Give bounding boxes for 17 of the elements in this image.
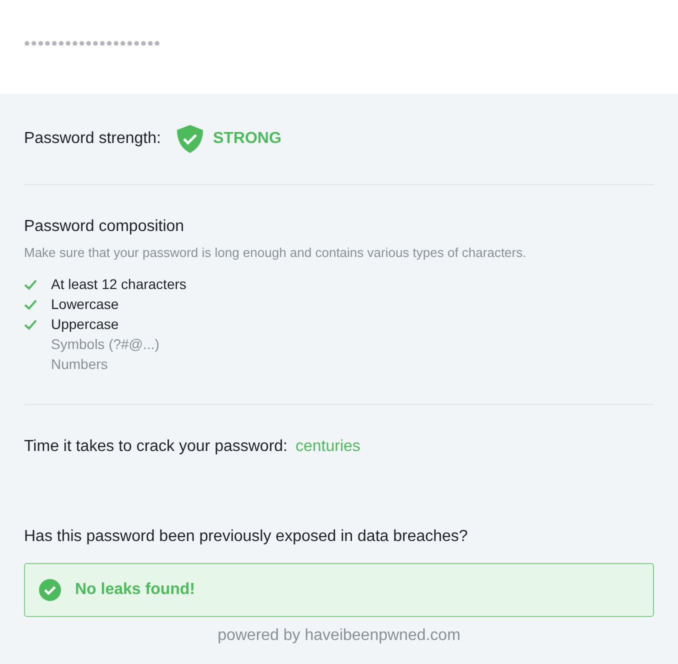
strength-label: Password strength: — [24, 129, 161, 149]
breach-question: Has this password been previously exposed in data breaches? — [24, 527, 469, 547]
crack-time-value: centuries — [296, 437, 360, 457]
shield-check-icon — [174, 124, 205, 154]
requirement-label: Lowercase — [51, 296, 119, 312]
requirement-label: Numbers — [51, 356, 108, 372]
crack-time-label: Time it takes to crack your password: — [24, 437, 288, 457]
section-description: Make sure that your password is long enough and contains various types of characters. — [24, 245, 528, 261]
requirement-label: At least 12 characters — [51, 276, 186, 292]
powered-by-text: powered by haveibeenpwned.com — [218, 627, 460, 644]
requirement-label: Symbols (?#@...) — [51, 336, 160, 352]
requirement-label: Uppercase — [51, 316, 119, 332]
strength-value: STRONG — [212, 129, 282, 149]
password-field[interactable]: •••••••••••••••••••• — [24, 34, 162, 54]
section-heading: Password composition — [24, 217, 186, 237]
result-text: No leaks found! — [75, 581, 196, 599]
check-circle-icon — [39, 579, 61, 601]
